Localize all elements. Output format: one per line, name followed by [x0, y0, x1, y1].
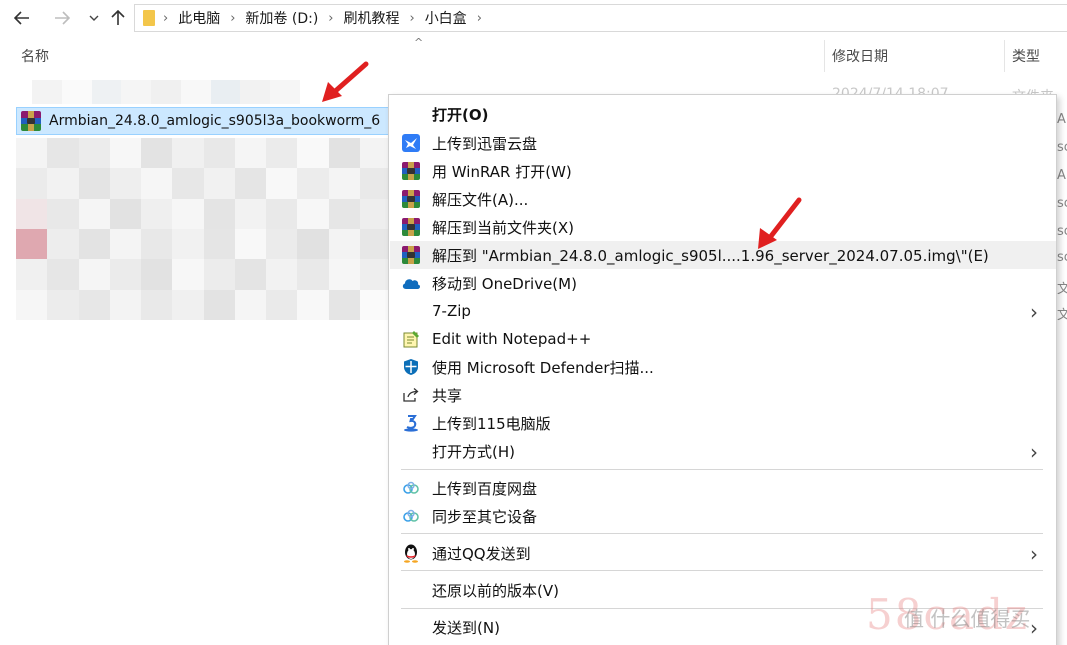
menu-item-7zip[interactable]: 7-Zip ›	[390, 297, 1056, 325]
menu-item-label: 发送到(N)	[432, 618, 500, 637]
115-icon	[401, 413, 421, 433]
red-arrow-icon	[758, 197, 802, 249]
menu-item-label: 打开方式(H)	[432, 442, 515, 461]
menu-item-open[interactable]: 打开(O)	[390, 100, 1056, 128]
menu-item-extract-to-folder[interactable]: 解压到 "Armbian_24.8.0_amlogic_s905l....1.9…	[390, 241, 1056, 269]
menu-item-label: 解压到 "Armbian_24.8.0_amlogic_s905l....1.9…	[432, 246, 989, 265]
winrar-icon	[401, 161, 421, 181]
menu-item-label: 还原以前的版本(V)	[432, 581, 559, 600]
submenu-chevron-icon: ›	[1030, 300, 1038, 324]
clipped-type-column: AR sc AR sc sc sc 文 文	[1057, 112, 1067, 323]
menu-item-label: Edit with Notepad++	[432, 330, 592, 348]
back-arrow-icon[interactable]	[10, 6, 34, 30]
menu-item-label: 移动到 OneDrive(M)	[432, 274, 577, 293]
breadcrumb-separator-icon: ›	[230, 10, 236, 26]
column-header-type[interactable]: 类型	[1012, 40, 1040, 72]
defender-shield-icon	[401, 357, 421, 377]
menu-item-upload-115[interactable]: 上传到115电脑版	[390, 409, 1056, 437]
menu-item-label: 共享	[432, 386, 463, 405]
sort-ascending-caret-icon: ^	[414, 36, 424, 49]
menu-item-label: 上传到百度网盘	[432, 479, 538, 498]
menu-item-extract-here[interactable]: 解压到当前文件夹(X)	[390, 213, 1056, 241]
column-divider[interactable]	[824, 40, 825, 72]
file-row-selected[interactable]: Armbian_24.8.0_amlogic_s905l3a_bookworm_…	[16, 107, 394, 135]
breadcrumb-folder-current[interactable]: 小白盒	[425, 8, 467, 28]
folder-icon	[143, 10, 155, 26]
blurred-file-list	[16, 138, 391, 320]
menu-item-label: 上传到115电脑版	[432, 414, 551, 433]
menu-item-label: 解压到当前文件夹(X)	[432, 218, 574, 237]
notepad-plus-plus-icon	[401, 329, 421, 349]
breadcrumb-separator-icon: ›	[476, 10, 482, 26]
baidu-netdisk-icon	[401, 478, 421, 498]
blurred-row-top	[32, 80, 301, 104]
address-bar[interactable]: › 此电脑 › 新加卷 (D:) › 刷机教程 › 小白盒 ›	[134, 4, 1067, 32]
menu-item-label: 上传到迅雷云盘	[432, 134, 538, 153]
menu-item-label: 同步至其它设备	[432, 507, 538, 526]
menu-item-send-qq[interactable]: 通过QQ发送到 ›	[390, 539, 1056, 567]
menu-item-extract-files[interactable]: 解压文件(A)...	[390, 185, 1056, 213]
navigation-bar: › 此电脑 › 新加卷 (D:) › 刷机教程 › 小白盒 ›	[0, 0, 1067, 36]
forward-arrow-icon[interactable]	[50, 6, 74, 30]
column-header-modified[interactable]: 修改日期	[832, 40, 888, 72]
menu-item-label: 使用 Microsoft Defender扫描...	[432, 358, 654, 377]
red-arrow-icon	[322, 61, 369, 102]
menu-item-upload-xunlei[interactable]: 上传到迅雷云盘	[390, 129, 1056, 157]
column-divider[interactable]	[1004, 40, 1005, 72]
baidu-netdisk-icon	[401, 506, 421, 526]
column-header-name[interactable]: 名称	[21, 40, 49, 72]
breadcrumb-separator-icon: ›	[328, 10, 334, 26]
winrar-icon	[401, 189, 421, 209]
context-menu: 打开(O) 上传到迅雷云盘 用 WinRAR 打开(W) 解压文件(A)... …	[388, 94, 1057, 645]
menu-item-defender-scan[interactable]: 使用 Microsoft Defender扫描...	[390, 353, 1056, 381]
xunlei-bird-icon	[401, 133, 421, 153]
breadcrumb-this-pc[interactable]: 此电脑	[178, 8, 220, 28]
up-arrow-icon[interactable]	[106, 6, 130, 30]
recent-locations-chevron-icon[interactable]	[82, 6, 106, 30]
onedrive-cloud-icon	[401, 273, 421, 293]
breadcrumb-separator-icon: ›	[409, 10, 415, 26]
winrar-icon	[21, 111, 41, 131]
menu-item-sync-devices[interactable]: 同步至其它设备	[390, 502, 1056, 530]
breadcrumb-drive[interactable]: 新加卷 (D:)	[245, 8, 318, 28]
menu-item-label: 解压文件(A)...	[432, 190, 529, 209]
file-name: Armbian_24.8.0_amlogic_s905l3a_bookworm_…	[49, 113, 381, 129]
menu-item-upload-baidu[interactable]: 上传到百度网盘	[390, 474, 1056, 502]
watermark-sub-text: 值 什么值得买	[904, 607, 1031, 631]
menu-item-move-onedrive[interactable]: 移动到 OneDrive(M)	[390, 269, 1056, 297]
menu-item-open-winrar[interactable]: 用 WinRAR 打开(W)	[390, 157, 1056, 185]
winrar-icon	[401, 245, 421, 265]
submenu-chevron-icon: ›	[1030, 542, 1038, 566]
menu-separator	[401, 469, 1043, 470]
submenu-chevron-icon: ›	[1030, 440, 1038, 464]
menu-item-open-with[interactable]: 打开方式(H) ›	[390, 437, 1056, 465]
breadcrumb-folder-tutorial[interactable]: 刷机教程	[343, 8, 399, 28]
share-icon	[401, 385, 421, 405]
menu-item-label: 用 WinRAR 打开(W)	[432, 162, 572, 181]
qq-penguin-icon	[401, 543, 421, 563]
menu-item-label: 通过QQ发送到	[432, 544, 531, 563]
submenu-chevron-icon: ›	[1030, 616, 1038, 640]
breadcrumb-separator-icon: ›	[163, 10, 169, 26]
menu-item-share[interactable]: 共享	[390, 381, 1056, 409]
menu-item-label: 7-Zip	[432, 302, 471, 320]
menu-separator	[401, 570, 1043, 571]
menu-item-notepadpp[interactable]: Edit with Notepad++	[390, 325, 1056, 353]
winrar-icon	[401, 217, 421, 237]
menu-item-label: 打开(O)	[432, 105, 489, 124]
menu-separator	[401, 533, 1043, 534]
